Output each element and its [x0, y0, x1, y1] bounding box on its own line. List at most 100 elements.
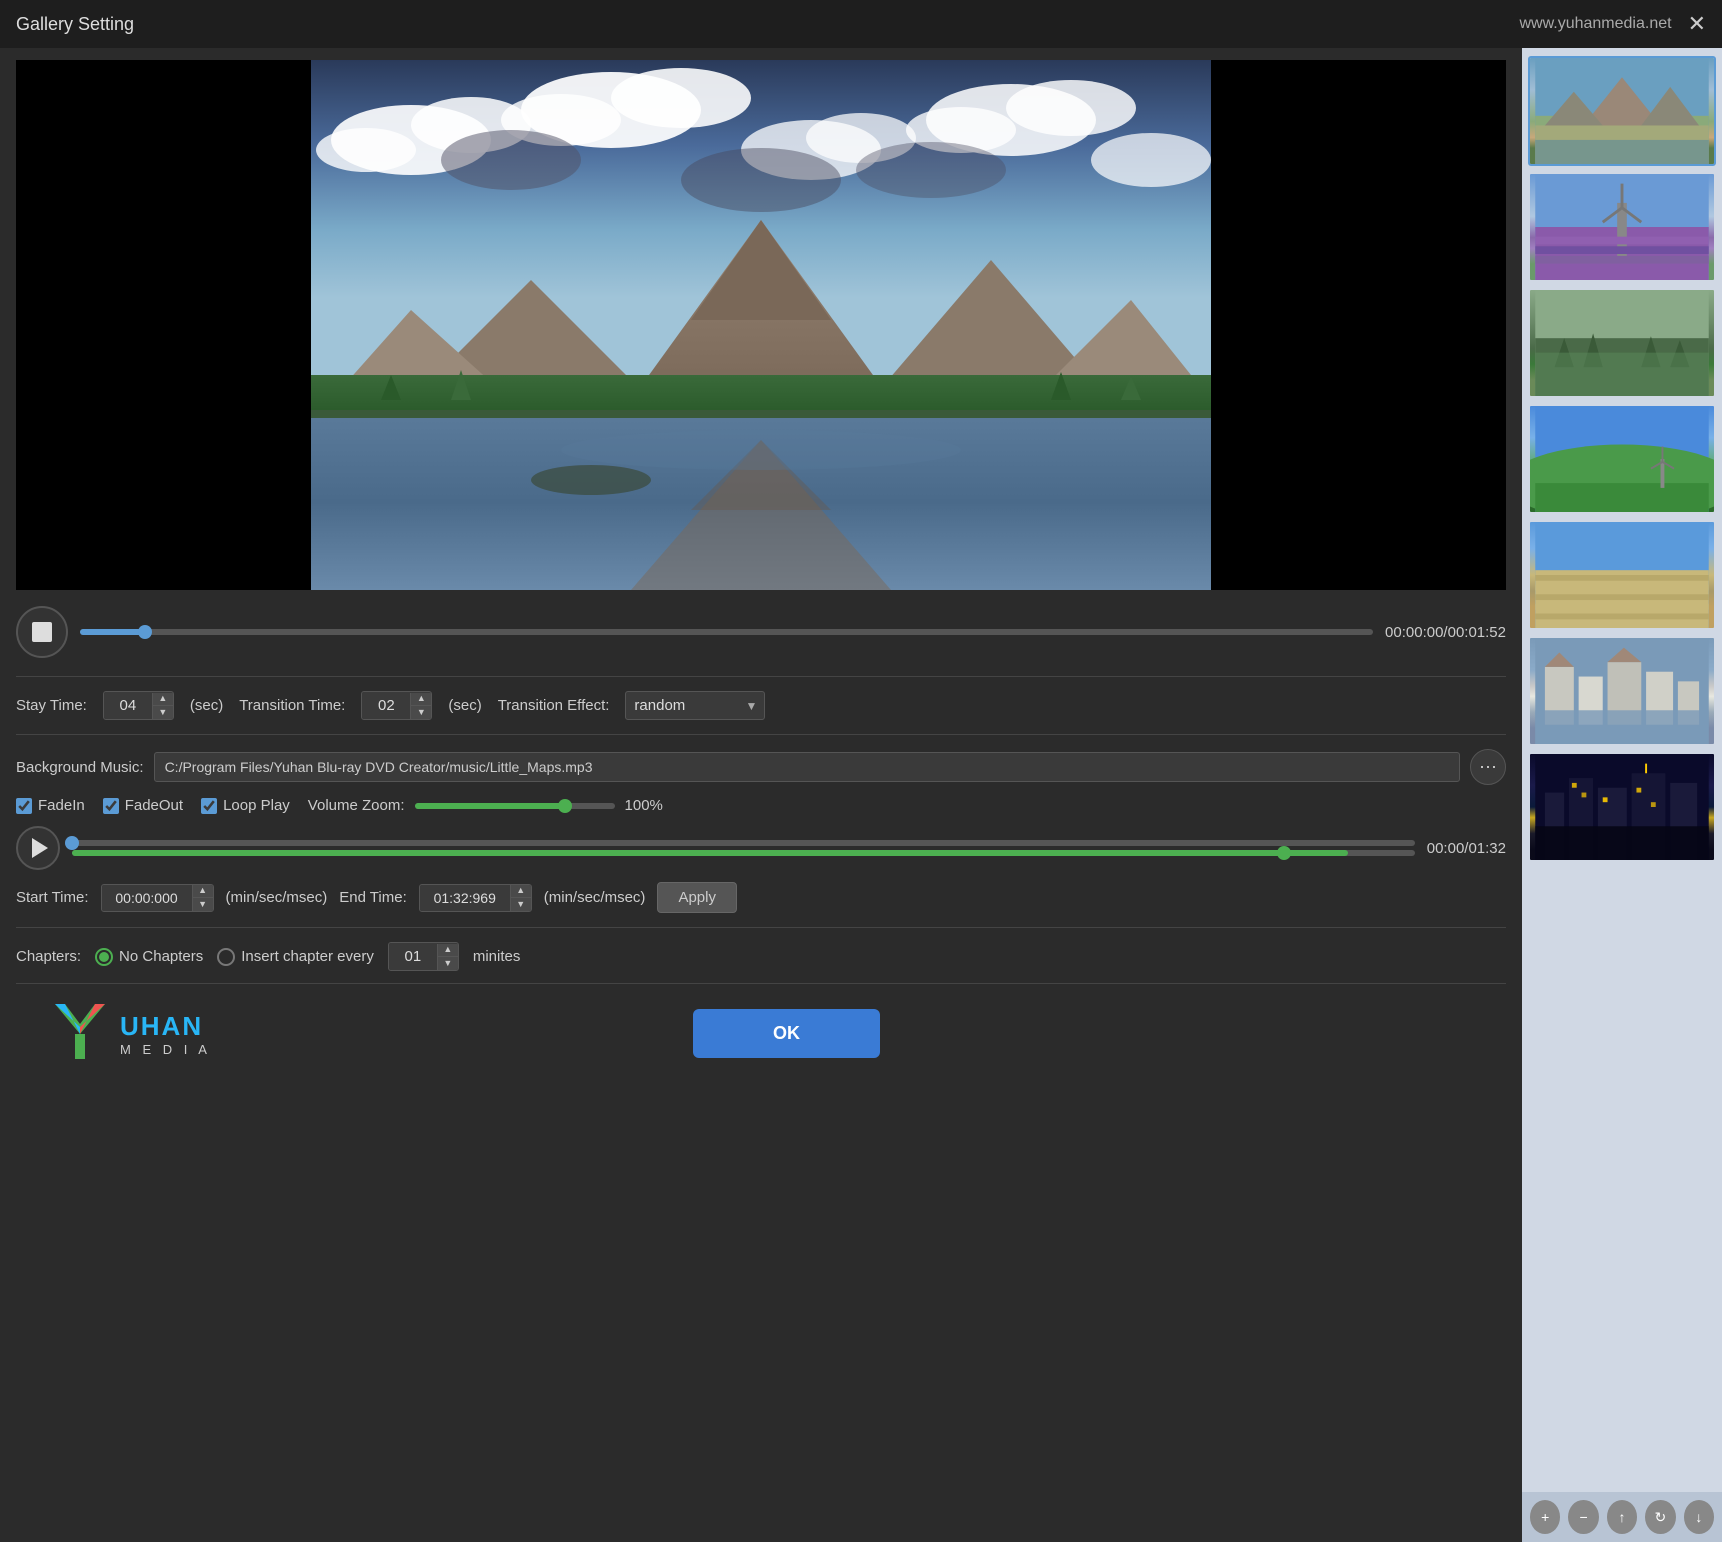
- chapters-label: Chapters:: [16, 948, 81, 965]
- loopplay-checkbox[interactable]: [201, 798, 217, 814]
- chapter-interval-input[interactable]: [389, 943, 437, 970]
- thumbnail-2[interactable]: [1528, 172, 1716, 282]
- divider-2: [16, 734, 1506, 735]
- settings-row: Stay Time: ▲ ▼ (sec) Transition Time: ▲ …: [16, 691, 1506, 720]
- chapter-unit: minites: [473, 948, 521, 965]
- start-time-down[interactable]: ▼: [193, 898, 213, 911]
- ok-button[interactable]: OK: [693, 1009, 880, 1058]
- fadeout-label: FadeOut: [125, 797, 183, 814]
- end-time-down[interactable]: ▼: [511, 898, 531, 911]
- thumbnail-windmill-scene: [1530, 174, 1714, 280]
- audio-track-blue[interactable]: [72, 840, 1415, 846]
- transition-time-up[interactable]: ▲: [411, 693, 431, 706]
- start-time-input[interactable]: [102, 885, 192, 911]
- audio-play-button[interactable]: [16, 826, 60, 870]
- close-button[interactable]: ✕: [1688, 13, 1706, 35]
- transition-effect-wrapper: random fade slide zoom wipe ▼: [625, 691, 765, 720]
- stay-time-up[interactable]: ▲: [153, 693, 173, 706]
- insert-chapter-radio[interactable]: [217, 948, 235, 966]
- no-chapters-radio-item[interactable]: No Chapters: [95, 948, 203, 966]
- thumbnail-add-button[interactable]: +: [1530, 1500, 1560, 1534]
- chapter-interval-input-group: ▲ ▼: [388, 942, 459, 971]
- audio-thumb-blue[interactable]: [65, 836, 79, 850]
- volume-fill: [415, 803, 565, 809]
- thumbnail-up-button[interactable]: ↑: [1607, 1500, 1637, 1534]
- thumbnail-rows-scene: [1530, 522, 1714, 628]
- insert-label: Insert chapter every: [241, 948, 374, 965]
- insert-chapter-radio-item[interactable]: Insert chapter every: [217, 948, 374, 966]
- video-progress-track[interactable]: [80, 629, 1373, 635]
- stay-time-unit: (sec): [190, 697, 223, 714]
- music-label: Background Music:: [16, 759, 144, 776]
- start-time-up[interactable]: ▲: [193, 885, 213, 898]
- thumbnail-mountain-scene: [1530, 58, 1714, 164]
- chapters-row: Chapters: No Chapters Insert chapter eve…: [16, 942, 1506, 971]
- thumbnail-remove-button[interactable]: −: [1568, 1500, 1598, 1534]
- end-time-spinner: ▲ ▼: [510, 885, 531, 911]
- radio-green-inner: [99, 952, 109, 962]
- video-progress-thumb[interactable]: [138, 625, 152, 639]
- thumbnail-5[interactable]: [1528, 520, 1716, 630]
- transition-time-unit: (sec): [448, 697, 481, 714]
- music-row: Background Music: ⋯: [16, 749, 1506, 785]
- audio-fill-green: [72, 850, 1348, 856]
- stay-time-input[interactable]: [104, 692, 152, 719]
- bottom-bar: UHAN M E D I A OK: [16, 983, 1506, 1083]
- time-settings-row: Start Time: ▲ ▼ (min/sec/msec) End Time:…: [16, 882, 1506, 913]
- thumbnail-watertown-scene: [1530, 638, 1714, 744]
- audio-controls-row: 00:00/01:32: [16, 826, 1506, 870]
- fadein-checkbox-item[interactable]: FadeIn: [16, 797, 85, 814]
- end-time-label: End Time:: [339, 889, 407, 906]
- logo-subtitle: M E D I A: [120, 1042, 211, 1057]
- fadeout-checkbox-item[interactable]: FadeOut: [103, 797, 183, 814]
- transition-time-down[interactable]: ▼: [411, 706, 431, 719]
- fadein-checkbox[interactable]: [16, 798, 32, 814]
- thumbnail-4[interactable]: [1528, 404, 1716, 514]
- transition-time-input-group: ▲ ▼: [361, 691, 432, 720]
- end-time-unit: (min/sec/msec): [544, 889, 646, 906]
- logo-icon: [40, 999, 120, 1069]
- music-browse-button[interactable]: ⋯: [1470, 749, 1506, 785]
- music-path-input[interactable]: [154, 752, 1460, 782]
- video-preview: [16, 60, 1506, 590]
- chapter-interval-down[interactable]: ▼: [438, 957, 458, 970]
- audio-options-row: FadeIn FadeOut Loop Play Volume Zoom: 10…: [16, 797, 1506, 814]
- stay-time-spinner: ▲ ▼: [152, 693, 173, 719]
- stop-button[interactable]: [16, 606, 68, 658]
- volume-track[interactable]: [415, 803, 615, 809]
- volume-thumb[interactable]: [558, 799, 572, 813]
- volume-percent: 100%: [625, 797, 663, 814]
- transition-effect-label: Transition Effect:: [498, 697, 610, 714]
- thumbnail-6[interactable]: [1528, 636, 1716, 746]
- audio-time-display: 00:00/01:32: [1427, 840, 1506, 857]
- thumbnails-container: [1522, 48, 1722, 1492]
- no-chapters-label: No Chapters: [119, 948, 203, 965]
- fadeout-checkbox[interactable]: [103, 798, 119, 814]
- transition-effect-select[interactable]: random fade slide zoom wipe: [625, 691, 765, 720]
- thumbnail-3[interactable]: [1528, 288, 1716, 398]
- end-time-input[interactable]: [420, 885, 510, 911]
- start-time-label: Start Time:: [16, 889, 89, 906]
- website-url: www.yuhanmedia.net: [1519, 15, 1671, 33]
- chapter-interval-spinner: ▲ ▼: [437, 944, 458, 970]
- audio-track-green[interactable]: [72, 850, 1415, 856]
- window-title: Gallery Setting: [16, 14, 134, 35]
- stay-time-down[interactable]: ▼: [153, 706, 173, 719]
- loopplay-label: Loop Play: [223, 797, 290, 814]
- audio-thumb-green[interactable]: [1277, 846, 1291, 860]
- logo-text-area: UHAN M E D I A: [120, 1011, 211, 1057]
- loopplay-checkbox-item[interactable]: Loop Play: [201, 797, 290, 814]
- title-bar: Gallery Setting www.yuhanmedia.net ✕: [0, 0, 1722, 48]
- thumbnail-1[interactable]: [1528, 56, 1716, 166]
- end-time-up[interactable]: ▲: [511, 885, 531, 898]
- volume-label: Volume Zoom:: [308, 797, 405, 814]
- transition-time-input[interactable]: [362, 692, 410, 719]
- no-chapters-radio[interactable]: [95, 948, 113, 966]
- thumbnail-rotate-button[interactable]: ↻: [1645, 1500, 1675, 1534]
- chapter-interval-up[interactable]: ▲: [438, 944, 458, 957]
- apply-button[interactable]: Apply: [657, 882, 737, 913]
- logo-name: UHAN: [120, 1011, 211, 1042]
- thumbnail-7[interactable]: [1528, 752, 1716, 862]
- stay-time-input-group: ▲ ▼: [103, 691, 174, 720]
- thumbnail-down-button[interactable]: ↓: [1684, 1500, 1714, 1534]
